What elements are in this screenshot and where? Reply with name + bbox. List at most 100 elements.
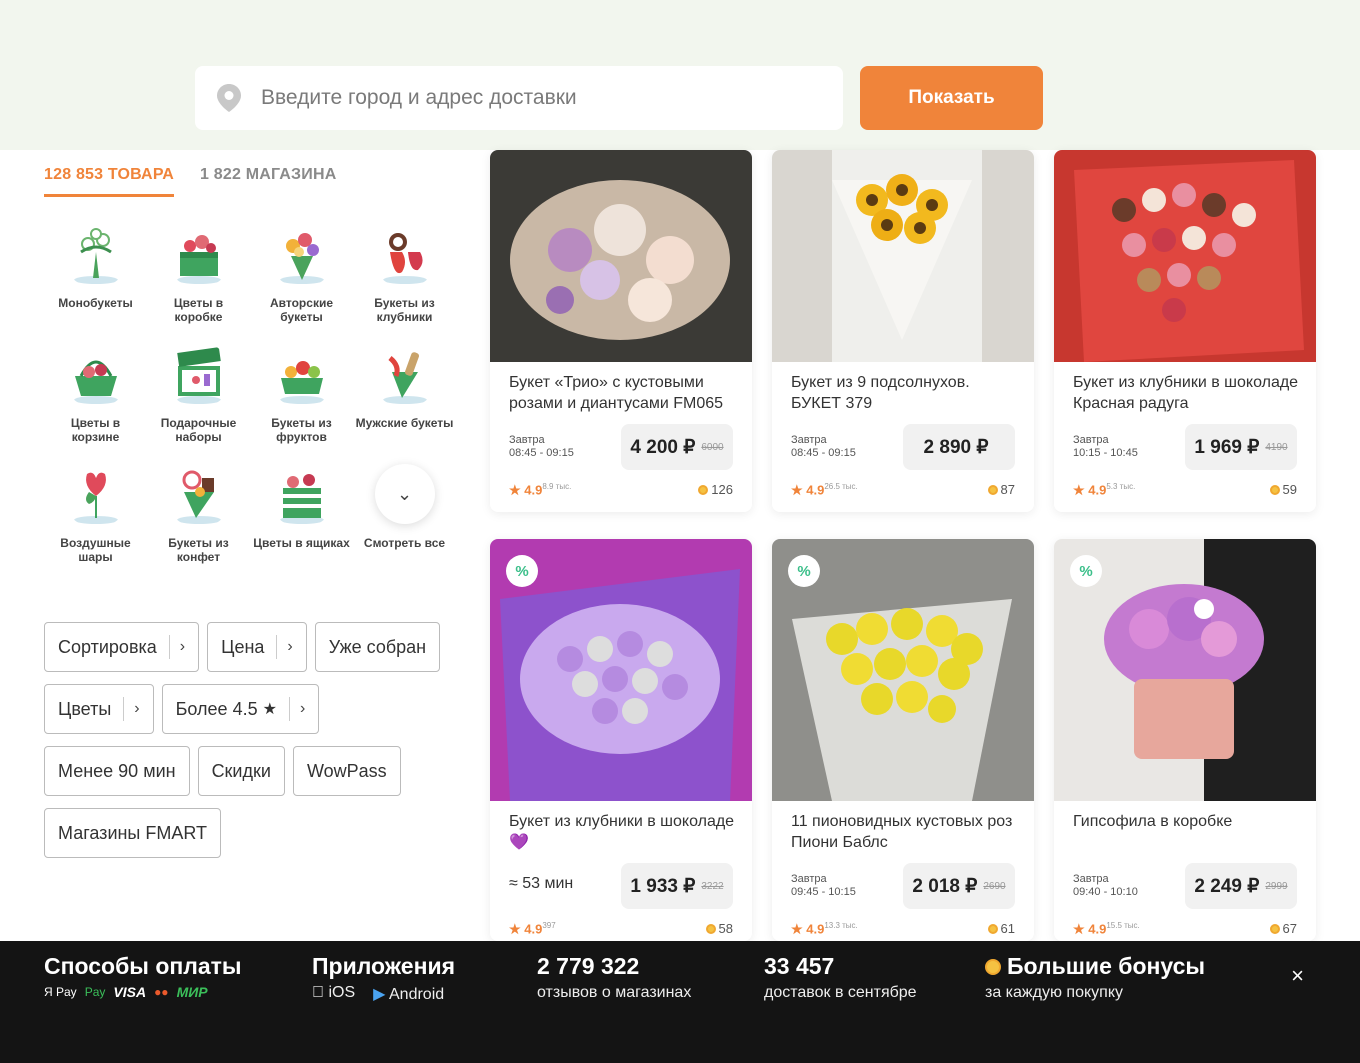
category-label: Смотреть все	[363, 536, 446, 550]
category-label: Букеты из клубники	[374, 296, 435, 324]
price-tag: 1 969 ₽4190	[1185, 424, 1297, 470]
flowers-basket-icon	[73, 360, 118, 404]
coin-icon	[1269, 923, 1280, 934]
coin-icon	[705, 923, 716, 934]
payment-title: Способы оплаты	[44, 953, 242, 979]
filter-discounts[interactable]: Скидки	[197, 746, 285, 796]
category-see-all[interactable]: ⌄ Смотреть все	[353, 462, 456, 564]
category-label: Мужские букеты	[355, 416, 454, 430]
product-photo[interactable]	[1054, 150, 1316, 362]
product-card[interactable]: % Букет из клубники в шоколаде 💜 ≈ 53 ми…	[490, 539, 752, 941]
price-tag: 4 200 ₽6000	[621, 424, 733, 470]
chip-label: Уже собран	[328, 636, 427, 657]
apple-icon: 	[312, 984, 324, 1001]
shop-rating: ★ 4.913.3 тыс.	[791, 921, 858, 937]
coin-icon	[987, 923, 998, 934]
ios-app-link[interactable]:  iOS	[312, 984, 355, 1004]
product-photo[interactable]	[772, 150, 1034, 362]
chevron-down-icon[interactable]: ⌄	[374, 464, 435, 524]
filter-rating[interactable]: Более 4.5 ★ ›	[161, 684, 320, 734]
bonus-promo: Большие бонусы за каждую покупку	[985, 953, 1205, 1002]
filter-flowers[interactable]: Цветы ›	[44, 684, 154, 734]
category-gift-sets[interactable]: Подарочные наборы	[147, 342, 250, 444]
review-count: 67	[1269, 921, 1297, 936]
category-flowers-box[interactable]: Цветы в коробке	[147, 222, 250, 324]
category-label: Букеты из фруктов	[271, 416, 332, 444]
discount-badge: %	[506, 555, 538, 587]
chip-label: Менее 90 мин	[58, 760, 176, 781]
mastercard-icon: ●●	[154, 985, 169, 999]
monobouquet-icon	[73, 228, 118, 284]
close-icon[interactable]: ×	[1291, 963, 1304, 989]
address-input[interactable]	[261, 86, 801, 110]
category-strawberry-bouquets[interactable]: Букеты из клубники	[353, 222, 456, 324]
chip-label: Более 4.5	[175, 698, 258, 719]
discount-badge: %	[788, 555, 820, 587]
category-grid: Монобукеты Цветы в коробке Авторские бук…	[44, 222, 456, 564]
mens-bouquet-icon	[382, 352, 427, 404]
bonus-title: Большие бонусы	[1007, 953, 1206, 979]
product-card[interactable]: Букет из 9 подсолнухов. БУКЕТ 379 Завтра…	[772, 150, 1034, 512]
deliveries-count: 33 457	[764, 953, 835, 979]
category-mens-bouquets[interactable]: Мужские букеты	[353, 342, 456, 444]
gift-set-icon	[176, 347, 221, 404]
filter-fmart-shops[interactable]: Магазины FMART	[44, 808, 222, 858]
price-tag: 2 249 ₽2999	[1185, 863, 1297, 909]
product-title[interactable]: Букет из клубники в шоколаде Красная рад…	[1073, 372, 1303, 414]
deliveries-stat: 33 457 доставок в сентябре	[764, 953, 917, 1002]
category-label: Букеты из конфет	[168, 536, 229, 564]
product-card[interactable]: % 11 пионовидных кустовых роз Пиони Бабл…	[772, 539, 1034, 941]
product-card[interactable]: Букет из клубники в шоколаде Красная рад…	[1054, 150, 1316, 512]
product-title[interactable]: Гипсофила в коробке	[1073, 811, 1303, 832]
chevron-right-icon: ›	[134, 700, 140, 717]
chip-label: Скидки	[211, 760, 271, 781]
discount-badge: %	[1070, 555, 1102, 587]
category-flowers-crates[interactable]: Цветы в ящиках	[250, 462, 353, 564]
tab-shops[interactable]: 1 822 МАГАЗИНА	[200, 166, 336, 197]
filter-price[interactable]: Цена ›	[207, 622, 307, 672]
star-icon: ★	[262, 701, 277, 718]
show-button[interactable]: Показать	[860, 66, 1043, 130]
category-balloons[interactable]: Воздушные шары	[44, 462, 147, 564]
product-card[interactable]: Букет «Трио» с кустовыми розами и дианту…	[490, 150, 752, 512]
product-title[interactable]: 11 пионовидных кустовых роз Пиони Баблс	[791, 811, 1021, 853]
filter-under-90-min[interactable]: Менее 90 мин	[44, 746, 190, 796]
shop-rating: ★ 4.95.3 тыс.	[1073, 482, 1136, 498]
category-fruit-bouquets[interactable]: Букеты из фруктов	[250, 342, 353, 444]
product-title[interactable]: Букет «Трио» с кустовыми розами и дианту…	[509, 372, 739, 414]
category-monobouquets[interactable]: Монобукеты	[44, 222, 147, 324]
product-title[interactable]: Букет из 9 подсолнухов. БУКЕТ 379	[791, 372, 1021, 414]
filter-wowpass[interactable]: WowPass	[292, 746, 401, 796]
product-photo[interactable]	[490, 150, 752, 362]
yandex-pay-icon: Я Pay	[44, 985, 77, 999]
tab-products[interactable]: 128 853 ТОВАРА	[44, 166, 175, 197]
coin-icon	[985, 958, 1001, 975]
category-label: Подарочные наборы	[160, 416, 237, 444]
payment-logos: Я Pay Pay VISA ●● МИР	[44, 984, 242, 1000]
flowers-crate-icon	[279, 474, 324, 524]
filter-ready[interactable]: Уже собран	[314, 622, 441, 672]
product-title[interactable]: Букет из клубники в шоколаде 💜	[509, 811, 739, 853]
bonus-label: за каждую покупку	[985, 984, 1123, 1001]
product-card[interactable]: % Гипсофила в коробке Завтра 09:40 - 10:1…	[1054, 539, 1316, 941]
review-count: 87	[987, 482, 1015, 497]
chevron-right-icon: ›	[179, 638, 186, 655]
android-app-link[interactable]: ▶ Android	[373, 984, 444, 1004]
sber-pay-icon: Pay	[84, 985, 106, 999]
coin-icon	[1269, 484, 1280, 495]
category-candy-bouquets[interactable]: Букеты из конфет	[147, 462, 250, 564]
chevron-right-icon: ›	[287, 638, 293, 655]
chevron-right-icon: ›	[299, 700, 306, 717]
review-count: 58	[705, 921, 733, 936]
review-count: 126	[698, 482, 733, 497]
apps: Приложения  iOS ▶ Android	[312, 953, 455, 1004]
address-search-box[interactable]	[195, 66, 843, 130]
filter-sort[interactable]: Сортировка ›	[44, 622, 200, 672]
delivery-time: Завтра 10:15 - 10:45	[1073, 434, 1138, 459]
category-label: Монобукеты	[58, 296, 133, 310]
shop-rating: ★ 4.9397	[509, 921, 556, 937]
delivery-time: Завтра 08:45 - 09:15	[791, 434, 856, 459]
category-author-bouquets[interactable]: Авторские букеты	[250, 222, 353, 324]
category-flowers-basket[interactable]: Цветы в корзине	[44, 342, 147, 444]
apps-title: Приложения	[312, 953, 456, 979]
